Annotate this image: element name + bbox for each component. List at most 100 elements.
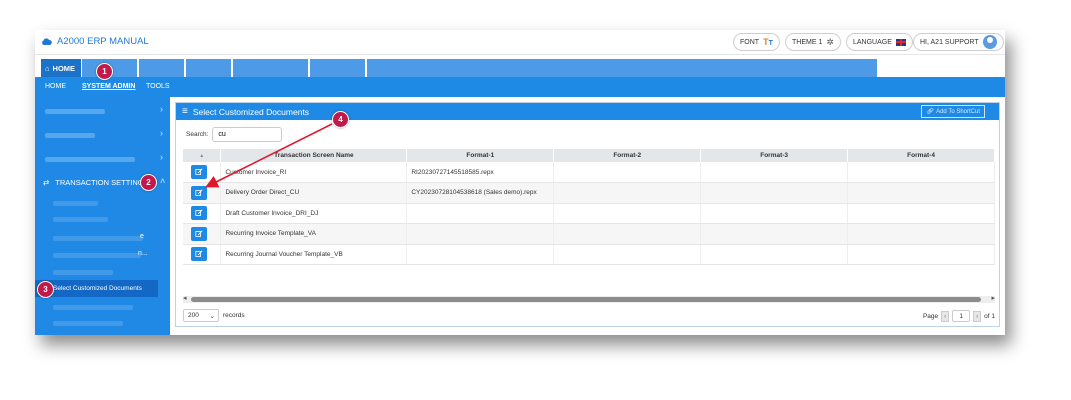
edit-icon	[195, 189, 203, 196]
module-tabs: ⌂ HOME	[35, 55, 1005, 77]
palette-icon: ✲	[826, 36, 834, 47]
sidebar-item-blurred[interactable]	[45, 109, 105, 114]
font-button[interactable]: FONT TT	[733, 33, 780, 51]
row-action-cell	[183, 244, 222, 265]
callout-2: 2	[140, 174, 157, 191]
main-panel: ≡ Select Customized Documents 🔗︎ Add To …	[175, 102, 1000, 327]
sort-header[interactable]: ▲	[183, 149, 222, 162]
tab-blurred[interactable]	[186, 59, 231, 77]
cell-format-1[interactable]: CY20230728104538618 (Sales demo).repx	[406, 182, 555, 204]
edit-button[interactable]	[191, 185, 207, 200]
cell-format-1[interactable]: RI20230727145518585.repx	[406, 162, 555, 183]
subnav-system-admin[interactable]: SYSTEM ADMIN	[82, 83, 135, 90]
col-format-3[interactable]: Format-3	[700, 149, 849, 162]
cell-format-2[interactable]	[553, 162, 702, 183]
theme-button[interactable]: THEME 1 ✲	[785, 33, 841, 51]
row-action-cell	[183, 182, 222, 204]
table-row: Delivery Order Direct_CU CY2023072810453…	[183, 182, 995, 204]
page-label: Page	[922, 312, 939, 320]
cell-format-4[interactable]	[847, 244, 995, 265]
row-action-cell	[183, 203, 222, 224]
edit-icon	[195, 168, 203, 175]
menu-icon[interactable]: ≡	[182, 106, 188, 117]
sidebar-item-transaction-setting[interactable]: ⇄ TRANSACTION SETTING	[43, 178, 144, 187]
edit-icon	[195, 209, 203, 217]
language-button[interactable]: LANGUAGE	[846, 33, 913, 51]
col-transaction-screen-name[interactable]: Transaction Screen Name	[220, 149, 408, 162]
cell-format-1[interactable]	[406, 244, 555, 265]
sidebar-subitem-blurred[interactable]	[53, 321, 123, 326]
cell-format-1[interactable]	[406, 223, 555, 245]
cell-format-4[interactable]	[847, 162, 995, 183]
cloud-icon	[42, 38, 52, 45]
subnav-tools[interactable]: TOOLS	[146, 83, 170, 90]
cell-format-1[interactable]	[406, 203, 555, 224]
add-to-shortcut-button[interactable]: 🔗︎ Add To ShortCut	[921, 105, 985, 118]
link-icon: 🔗︎	[926, 109, 935, 115]
sidebar-text-fragment: e	[140, 233, 144, 240]
search-input[interactable]	[212, 127, 283, 142]
cell-format-2[interactable]	[553, 244, 702, 265]
brand[interactable]: A2000 ERP MANUAL	[41, 36, 149, 47]
cell-format-3[interactable]	[700, 223, 849, 245]
cell-screen-name: Draft Customer Invoice_DRI_DJ	[220, 203, 408, 224]
cell-screen-name: Recurring Invoice Template_VA	[220, 223, 408, 245]
cell-screen-name: Customer Invoice_RI	[220, 162, 408, 183]
table-row: Customer Invoice_RI RI20230727145518585.…	[183, 162, 995, 183]
user-menu[interactable]: HI, A21 SUPPORT	[913, 33, 1004, 51]
sidebar-subitem-blurred[interactable]	[53, 270, 113, 275]
page-input[interactable]: 1	[952, 310, 971, 322]
sidebar-subitem-blurred[interactable]	[53, 201, 98, 206]
tab-blurred[interactable]	[310, 59, 365, 77]
callout-1: 1	[96, 63, 113, 80]
home-icon: ⌂	[45, 63, 50, 73]
edit-icon	[195, 250, 203, 258]
shortcut-label: Add To ShortCut	[936, 108, 980, 115]
sidebar-subitem-blurred[interactable]	[53, 253, 141, 258]
scroll-right-icon[interactable]: ▸	[991, 294, 995, 302]
horizontal-scrollbar[interactable]: ◂ ▸	[183, 294, 995, 303]
cell-format-4[interactable]	[847, 223, 995, 245]
documents-table: ▲ Transaction Screen Name Format-1 Forma…	[183, 149, 995, 265]
cell-format-3[interactable]	[700, 162, 849, 183]
search-row: Search:	[186, 127, 283, 142]
scroll-left-icon[interactable]: ◂	[183, 294, 187, 302]
chevron-down-icon: ⌄	[209, 312, 215, 320]
edit-button[interactable]	[191, 226, 207, 241]
panel-header: ≡ Select Customized Documents	[176, 103, 999, 120]
page-size-select[interactable]: 200 ⌄	[183, 309, 219, 322]
sidebar-subitem-blurred[interactable]	[53, 217, 108, 222]
sidebar-subitem-blurred[interactable]	[53, 305, 133, 310]
tab-blurred[interactable]	[367, 59, 877, 77]
tab-blurred[interactable]	[233, 59, 308, 77]
col-format-1[interactable]: Format-1	[406, 149, 555, 162]
cell-format-2[interactable]	[553, 223, 702, 245]
subnav-home[interactable]: HOME	[45, 83, 66, 90]
table-row: Recurring Journal Voucher Template_VB	[183, 244, 995, 265]
tab-blurred[interactable]	[139, 59, 184, 77]
edit-button[interactable]	[191, 247, 207, 262]
cell-format-3[interactable]	[700, 203, 849, 224]
cell-format-4[interactable]	[847, 203, 995, 224]
col-format-4[interactable]: Format-4	[847, 149, 995, 162]
scroll-thumb[interactable]	[191, 297, 981, 302]
cell-format-3[interactable]	[700, 182, 849, 204]
sidebar-item-blurred[interactable]	[45, 133, 95, 138]
cell-format-2[interactable]	[553, 182, 702, 204]
edit-button[interactable]	[191, 206, 207, 221]
font-label: FONT	[740, 38, 760, 46]
cell-format-3[interactable]	[700, 244, 849, 265]
sidebar-subitem-blurred[interactable]	[53, 236, 143, 241]
cell-format-4[interactable]	[847, 182, 995, 204]
sidebar-item-blurred[interactable]	[45, 157, 135, 162]
prev-page-button[interactable]: ‹	[941, 310, 950, 322]
language-label: LANGUAGE	[853, 38, 892, 46]
row-action-cell	[183, 162, 222, 183]
chevron-right-icon: ›	[160, 152, 163, 162]
cell-format-2[interactable]	[553, 203, 702, 224]
font-size-icon: TT	[763, 37, 773, 47]
col-format-2[interactable]: Format-2	[553, 149, 702, 162]
tab-home[interactable]: ⌂ HOME	[41, 59, 81, 77]
edit-button[interactable]	[191, 165, 207, 179]
next-page-button[interactable]: ›	[973, 310, 982, 322]
